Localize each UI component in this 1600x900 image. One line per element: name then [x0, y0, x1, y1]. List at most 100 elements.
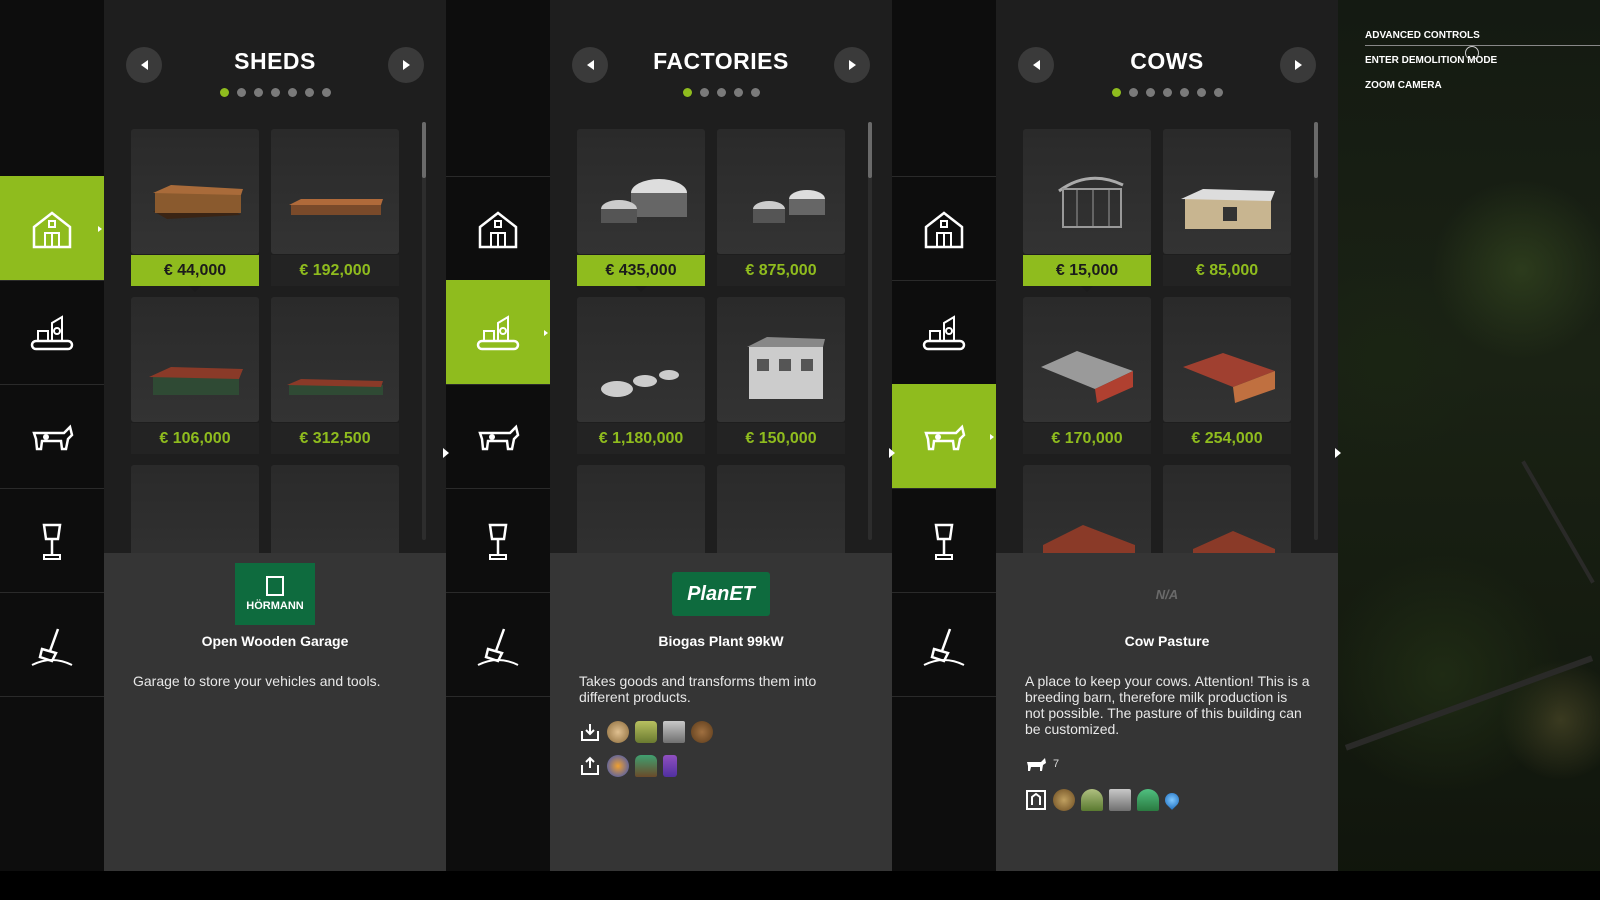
- feed-icon: [1026, 790, 1046, 810]
- page-dot[interactable]: [1162, 88, 1172, 97]
- page-dot[interactable]: [270, 88, 280, 97]
- item-card[interactable]: € 192,000: [271, 129, 399, 286]
- item-card[interactable]: [1023, 465, 1151, 553]
- page-dot[interactable]: [1111, 88, 1121, 97]
- category-factories[interactable]: [446, 280, 558, 384]
- item-price: € 1,180,000: [577, 423, 705, 454]
- page-dot[interactable]: [1145, 88, 1155, 97]
- page-dot[interactable]: [1196, 88, 1206, 97]
- category-animals[interactable]: [446, 384, 550, 488]
- category-sidebar-3: [892, 0, 1004, 871]
- item-price: € 170,000: [1023, 423, 1151, 454]
- item-card[interactable]: € 106,000: [131, 297, 259, 454]
- item-card[interactable]: [1163, 465, 1291, 553]
- page-dot[interactable]: [682, 88, 692, 97]
- scrollbar[interactable]: [868, 122, 872, 540]
- item-price: € 435,000: [577, 255, 705, 292]
- shovel-icon: [923, 628, 965, 666]
- category-factories[interactable]: [0, 280, 104, 384]
- item-image: [1023, 465, 1151, 553]
- next-page-button[interactable]: [388, 47, 424, 83]
- water-icon: [1162, 790, 1182, 810]
- item-card[interactable]: [717, 465, 845, 553]
- page-dot[interactable]: [236, 88, 246, 97]
- category-factories[interactable]: [892, 280, 996, 384]
- page-dot[interactable]: [1213, 88, 1223, 97]
- page-dot[interactable]: [287, 88, 297, 97]
- next-page-button[interactable]: [1280, 47, 1316, 83]
- category-landscaping[interactable]: [0, 592, 104, 697]
- category-decoration[interactable]: [446, 488, 550, 592]
- item-grid: € 15,000 € 85,000 € 170,000 € 254,000: [1023, 129, 1291, 553]
- page-dot[interactable]: [716, 88, 726, 97]
- cow-icon: [1027, 758, 1046, 771]
- zoom-camera-hint[interactable]: ZOOM CAMERA: [1365, 76, 1600, 101]
- factory-icon: [476, 314, 520, 350]
- category-decoration[interactable]: [0, 488, 104, 592]
- methane-icon: [607, 755, 629, 777]
- barn-icon: [924, 210, 964, 248]
- item-price: € 150,000: [717, 423, 845, 454]
- item-card[interactable]: € 44,000: [131, 129, 259, 292]
- item-image: [131, 297, 259, 422]
- capacity-row: 7: [1025, 753, 1059, 775]
- item-card[interactable]: € 435,000: [577, 129, 705, 292]
- output-icon: [581, 756, 599, 775]
- item-price: € 312,500: [271, 423, 399, 454]
- item-card[interactable]: € 875,000: [717, 129, 845, 286]
- category-animals[interactable]: [892, 384, 1004, 488]
- item-card[interactable]: [271, 465, 399, 553]
- item-name: Cow Pasture: [1124, 633, 1210, 649]
- item-price: € 15,000: [1023, 255, 1151, 292]
- item-card[interactable]: € 15,000: [1023, 129, 1151, 292]
- silage-icon: [1109, 789, 1131, 811]
- manure-icon: [607, 721, 629, 743]
- category-landscaping[interactable]: [446, 592, 550, 697]
- page-indicator: [996, 88, 1338, 97]
- item-card[interactable]: [131, 465, 259, 553]
- item-price: € 254,000: [1163, 423, 1291, 454]
- item-price: € 106,000: [131, 423, 259, 454]
- electricity-icon: [663, 755, 677, 777]
- scrollbar[interactable]: [1314, 122, 1318, 540]
- category-sheds[interactable]: [892, 176, 996, 280]
- advanced-controls-hint[interactable]: ADVANCED CONTROLS: [1365, 26, 1600, 51]
- item-image: [271, 297, 399, 422]
- category-decoration[interactable]: [892, 488, 996, 592]
- brand-logo: N/A: [996, 563, 1338, 625]
- item-card[interactable]: € 170,000: [1023, 297, 1151, 454]
- item-image: [577, 129, 705, 254]
- brand-name: PlanET: [687, 582, 755, 605]
- page-dot[interactable]: [733, 88, 743, 97]
- category-sheds[interactable]: [446, 176, 550, 280]
- item-card[interactable]: € 150,000: [717, 297, 845, 454]
- item-card[interactable]: € 254,000: [1163, 297, 1291, 454]
- page-dot[interactable]: [1128, 88, 1138, 97]
- category-sheds[interactable]: [0, 176, 112, 280]
- page-dot[interactable]: [699, 88, 709, 97]
- scrollbar[interactable]: [422, 122, 426, 540]
- page-dot[interactable]: [1179, 88, 1189, 97]
- panel-header: FACTORIES: [550, 40, 892, 100]
- slurry-icon: [691, 721, 713, 743]
- item-image: [1023, 129, 1151, 254]
- item-card[interactable]: € 1,180,000: [577, 297, 705, 454]
- page-dot[interactable]: [253, 88, 263, 97]
- arrow-right-icon: [1294, 60, 1302, 70]
- page-dot[interactable]: [750, 88, 760, 97]
- category-landscaping[interactable]: [892, 592, 996, 697]
- bottom-bar: [0, 871, 1600, 900]
- panel-header: SHEDS: [104, 40, 446, 100]
- page-dot[interactable]: [219, 88, 229, 97]
- next-page-button[interactable]: [834, 47, 870, 83]
- capacity-count: 7: [1053, 758, 1060, 770]
- item-image: [1163, 297, 1291, 422]
- demolition-mode-hint[interactable]: ENTER DEMOLITION MODE: [1365, 51, 1600, 76]
- page-dot[interactable]: [321, 88, 331, 97]
- page-dot[interactable]: [304, 88, 314, 97]
- category-animals[interactable]: [0, 384, 104, 488]
- output-products-row: [579, 755, 677, 777]
- item-card[interactable]: € 312,500: [271, 297, 399, 454]
- item-card[interactable]: € 85,000: [1163, 129, 1291, 286]
- item-card[interactable]: [577, 465, 705, 553]
